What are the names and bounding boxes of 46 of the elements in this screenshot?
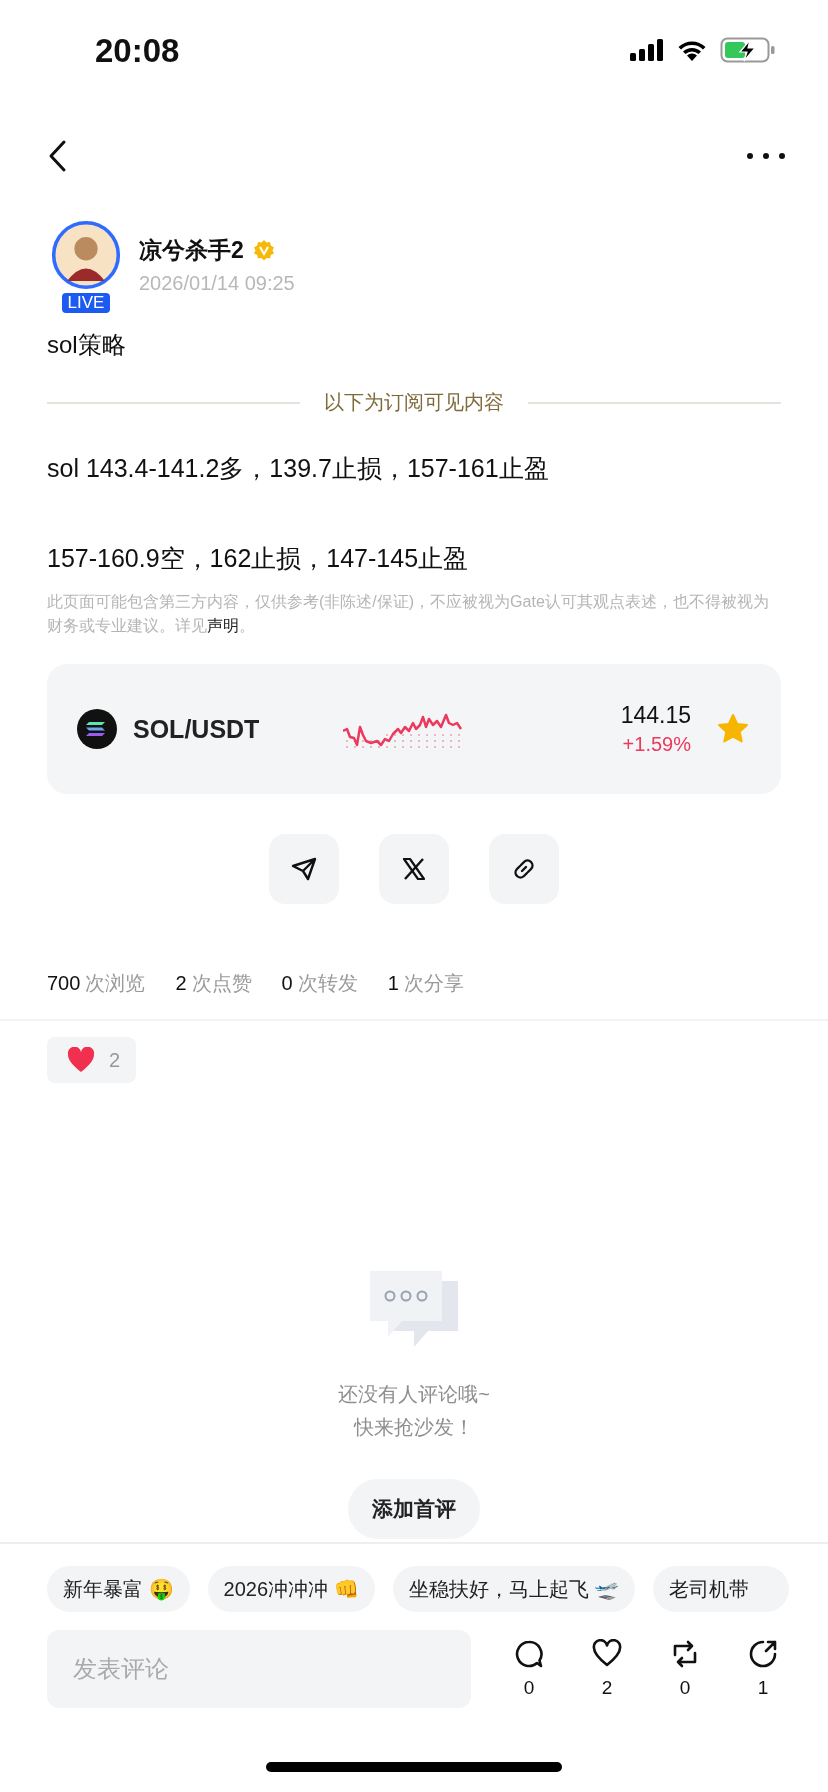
comment-icon bbox=[514, 1639, 544, 1669]
share-icon bbox=[748, 1639, 778, 1669]
heart-outline-icon bbox=[592, 1639, 622, 1669]
x-logo-icon bbox=[400, 855, 428, 883]
more-icon[interactable] bbox=[746, 152, 786, 160]
pair-name: SOL/USDT bbox=[133, 714, 260, 744]
star-icon[interactable] bbox=[717, 713, 749, 745]
action-button[interactable]: 2 bbox=[591, 1639, 623, 1699]
action-button[interactable]: 1 bbox=[747, 1639, 779, 1699]
quick-reply-chip[interactable]: 新年暴富 🤑 bbox=[47, 1566, 190, 1612]
share-button[interactable] bbox=[379, 834, 449, 904]
author-name[interactable]: 凉兮杀手2 bbox=[139, 234, 244, 266]
empty-message: 快来抢沙发！ bbox=[354, 1415, 474, 1440]
post-text: sol 143.4-141.2多，139.7止损，157-161止盈 bbox=[47, 453, 550, 484]
share-button[interactable] bbox=[489, 834, 559, 904]
signal-icon bbox=[630, 39, 664, 61]
stat-item: 2 次点赞 bbox=[175, 971, 252, 996]
coin-icon bbox=[77, 709, 117, 749]
paper-plane-icon bbox=[290, 855, 318, 883]
live-badge: LIVE bbox=[59, 291, 113, 315]
add-first-comment-button[interactable]: 添加首评 bbox=[348, 1479, 480, 1539]
statement-link[interactable]: 声明 bbox=[207, 617, 239, 634]
ticker-card[interactable]: SOL/USDT 144.15 +1.59% bbox=[47, 664, 781, 794]
action-button[interactable]: 0 bbox=[513, 1639, 545, 1699]
disclaimer-text: 此页面可能包含第三方内容，仅供参考(非陈述/保证)，不应被视为Gate认可其观点表述，也不得被视为财务或专业建议。详见声明。 bbox=[47, 592, 770, 636]
stat-item: 1 次分享 bbox=[387, 971, 464, 996]
stat-item: 700 次浏览 bbox=[47, 971, 146, 996]
price-value: 144.15 bbox=[620, 702, 691, 729]
quick-reply-chip[interactable]: 老司机带 bbox=[653, 1566, 790, 1612]
post-time: 2026/01/14 09:25 bbox=[139, 271, 295, 295]
quick-reply-chip[interactable]: 2026冲冲冲 👊 bbox=[207, 1566, 375, 1612]
subscriber-divider-label: 以下为订阅可见内容 bbox=[324, 390, 504, 415]
avatar[interactable] bbox=[51, 220, 121, 290]
back-icon[interactable] bbox=[48, 139, 68, 173]
empty-message: 还没有人评论哦~ bbox=[338, 1382, 490, 1407]
post-text: 157-160.9空，162止损，147-145止盈 bbox=[47, 543, 470, 574]
stat-item: 0 次转发 bbox=[281, 971, 358, 996]
quick-reply-chip[interactable]: 坐稳扶好，马上起飞 🛫 bbox=[392, 1566, 636, 1612]
comment-field[interactable]: 发表评论 bbox=[47, 1630, 471, 1708]
heart-icon bbox=[67, 1047, 95, 1073]
status-time: 20:08 bbox=[95, 31, 180, 70]
share-button[interactable] bbox=[269, 834, 339, 904]
action-button[interactable]: 0 bbox=[669, 1639, 701, 1699]
price-change: +1.59% bbox=[622, 733, 691, 756]
battery-charging-icon bbox=[720, 37, 776, 63]
post-title: sol策略 bbox=[46, 330, 127, 360]
